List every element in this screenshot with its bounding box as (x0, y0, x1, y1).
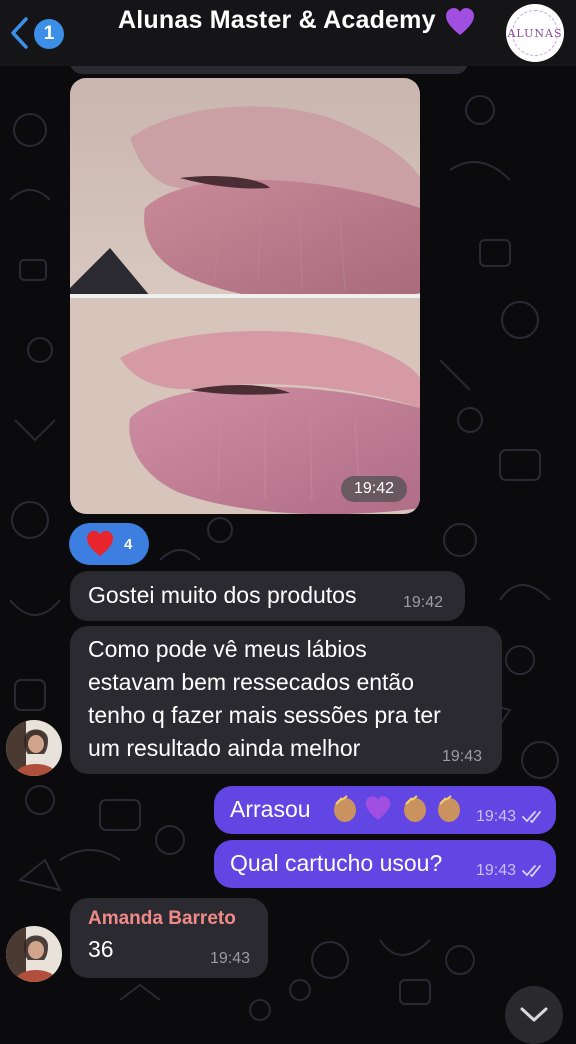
message-text: Gostei muito dos produtos (88, 582, 357, 608)
clap-icon (438, 795, 460, 822)
purple-heart-icon (446, 8, 474, 35)
clap-icon (334, 795, 356, 822)
lips-photo (70, 78, 420, 514)
scroll-to-bottom-button[interactable] (505, 986, 563, 1044)
message-timestamp: 19:43 (476, 808, 517, 825)
group-avatar[interactable]: ALUNAS (506, 4, 564, 62)
avatar-photo (6, 926, 62, 982)
chevron-down-icon (520, 1007, 548, 1022)
red-heart-icon (86, 530, 114, 557)
clap-icon (404, 795, 426, 822)
sender-avatar[interactable] (6, 926, 62, 982)
chat-header: 1 Alunas Master & Academy ALUNAS (0, 0, 576, 66)
purple-heart-icon (365, 796, 391, 820)
chat-title[interactable]: Alunas Master & Academy (118, 6, 436, 35)
group-logo-text: ALUNAS (507, 26, 563, 40)
double-check-icon (522, 865, 541, 878)
message-text: Arrasou (230, 796, 311, 822)
message-timestamp: 19:43 (442, 748, 483, 765)
message-line: tenho q fazer mais sessões pra ter (88, 702, 441, 728)
message-timestamp: 19:43 (210, 950, 251, 967)
incoming-message[interactable]: Como pode vê meus lábios estavam bem res… (70, 626, 502, 774)
photo-message[interactable] (70, 78, 420, 514)
message-timestamp: 19:42 (403, 594, 444, 611)
message-text: Qual cartucho usou? (230, 850, 443, 876)
message-list: 19:42 4 Gostei muito dos produtos 19:42 … (0, 0, 576, 1044)
sender-avatar[interactable] (6, 720, 62, 776)
chevron-left-icon (11, 17, 28, 49)
photo-timestamp: 19:42 (341, 476, 407, 502)
message-line: um resultado ainda melhor (88, 735, 361, 761)
reaction-count: 4 (124, 535, 133, 553)
double-check-icon (522, 811, 541, 824)
heart-reaction[interactable]: 4 (69, 523, 149, 565)
sender-name[interactable]: Amanda Barreto (88, 906, 268, 932)
message-timestamp: 19:43 (476, 862, 517, 879)
message-line: estavam bem ressecados então (88, 669, 415, 695)
message-line: Como pode vê meus lábios (88, 636, 367, 662)
unread-badge: 1 (34, 19, 64, 49)
avatar-photo (6, 720, 62, 776)
